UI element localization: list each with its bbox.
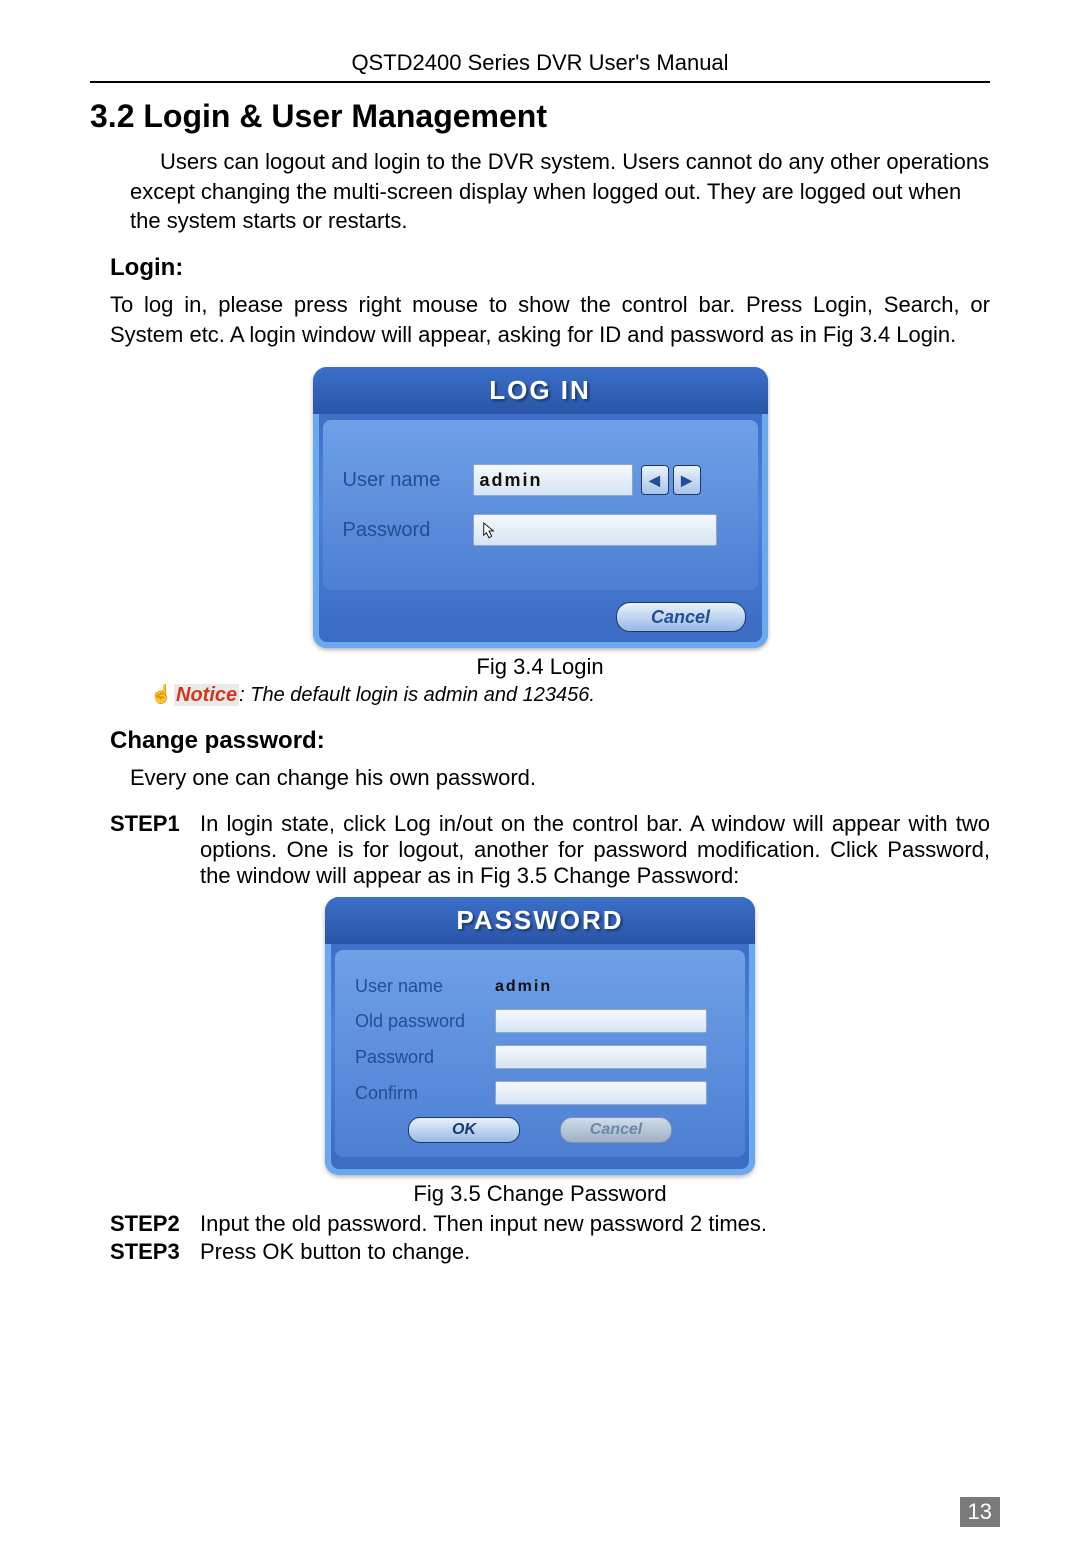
notice-body: : The default login is admin and 123456.	[239, 684, 595, 706]
pwd-old-row: Old password	[355, 1009, 725, 1033]
login-password-field[interactable]	[473, 514, 717, 546]
login-password-label: Password	[343, 519, 473, 542]
pwd-ok-button[interactable]: OK	[408, 1117, 520, 1143]
login-figure-caption: Fig 3.4 Login	[90, 654, 990, 680]
pwd-confirm-label: Confirm	[355, 1083, 495, 1104]
pwd-button-bar: OK Cancel	[355, 1117, 725, 1143]
pwd-username-value: admin	[495, 978, 552, 996]
cursor-icon	[482, 520, 496, 540]
pwd-old-label: Old password	[355, 1011, 495, 1032]
pwd-new-field[interactable]	[495, 1045, 707, 1069]
notice-text: Notice: The default login is admin and 1…	[174, 684, 595, 707]
username-nav: ◀ ▶	[641, 465, 701, 495]
hand-point-icon: ☝	[150, 684, 174, 705]
chevron-left-icon: ◀	[649, 472, 660, 489]
step3-text: Press OK button to change.	[200, 1239, 990, 1265]
section-title: 3.2 Login & User Management	[90, 98, 990, 135]
step1-row: STEP1 In login state, click Log in/out o…	[110, 811, 990, 889]
login-heading: Login:	[110, 254, 990, 282]
login-paragraph: To log in, please press right mouse to s…	[90, 290, 990, 349]
login-username-value: admin	[480, 470, 543, 491]
password-dialog-body: User name admin Old password Password Co…	[335, 950, 745, 1157]
step1-label: STEP1	[110, 811, 200, 889]
pwd-username-label: User name	[355, 976, 495, 997]
pwd-new-label: Password	[355, 1047, 495, 1068]
change-password-intro: Every one can change his own password.	[90, 763, 990, 793]
pwd-confirm-field[interactable]	[495, 1081, 707, 1105]
notice-label: Notice	[174, 684, 239, 706]
password-dialog-title: PASSWORD	[325, 897, 755, 944]
pwd-cancel-button[interactable]: Cancel	[560, 1117, 672, 1143]
pwd-old-field[interactable]	[495, 1009, 707, 1033]
manual-page: QSTD2400 Series DVR User's Manual 3.2 Lo…	[0, 0, 1080, 1567]
login-password-row: Password	[343, 514, 738, 546]
step2-label: STEP2	[110, 1211, 200, 1237]
step3-label: STEP3	[110, 1239, 200, 1265]
pwd-new-row: Password	[355, 1045, 725, 1069]
step1-text: In login state, click Log in/out on the …	[200, 811, 990, 889]
username-prev-button[interactable]: ◀	[641, 465, 669, 495]
pwd-confirm-row: Confirm	[355, 1081, 725, 1105]
login-username-label: User name	[343, 469, 473, 492]
pwd-username-row: User name admin	[355, 976, 725, 997]
page-number: 13	[960, 1497, 1000, 1527]
login-username-field[interactable]: admin	[473, 464, 633, 496]
login-dialog: LOG IN User name admin ◀ ▶ Password	[313, 367, 768, 648]
step2-row: STEP2 Input the old password. Then input…	[110, 1211, 990, 1237]
step3-row: STEP3 Press OK button to change.	[110, 1239, 990, 1265]
login-dialog-body: User name admin ◀ ▶ Password	[323, 420, 758, 590]
chevron-right-icon: ▶	[681, 472, 692, 489]
change-password-heading: Change password:	[110, 727, 990, 755]
password-figure-caption: Fig 3.5 Change Password	[90, 1181, 990, 1207]
login-button-bar: Cancel	[313, 596, 768, 632]
login-username-row: User name admin ◀ ▶	[343, 464, 738, 496]
page-header: QSTD2400 Series DVR User's Manual	[90, 50, 990, 83]
password-dialog: PASSWORD User name admin Old password Pa…	[325, 897, 755, 1175]
login-cancel-button[interactable]: Cancel	[616, 602, 746, 632]
step2-text: Input the old password. Then input new p…	[200, 1211, 990, 1237]
username-next-button[interactable]: ▶	[673, 465, 701, 495]
notice-row: ☝ Notice: The default login is admin and…	[150, 684, 990, 707]
section-intro: Users can logout and login to the DVR sy…	[90, 147, 990, 236]
login-dialog-title: LOG IN	[313, 367, 768, 414]
